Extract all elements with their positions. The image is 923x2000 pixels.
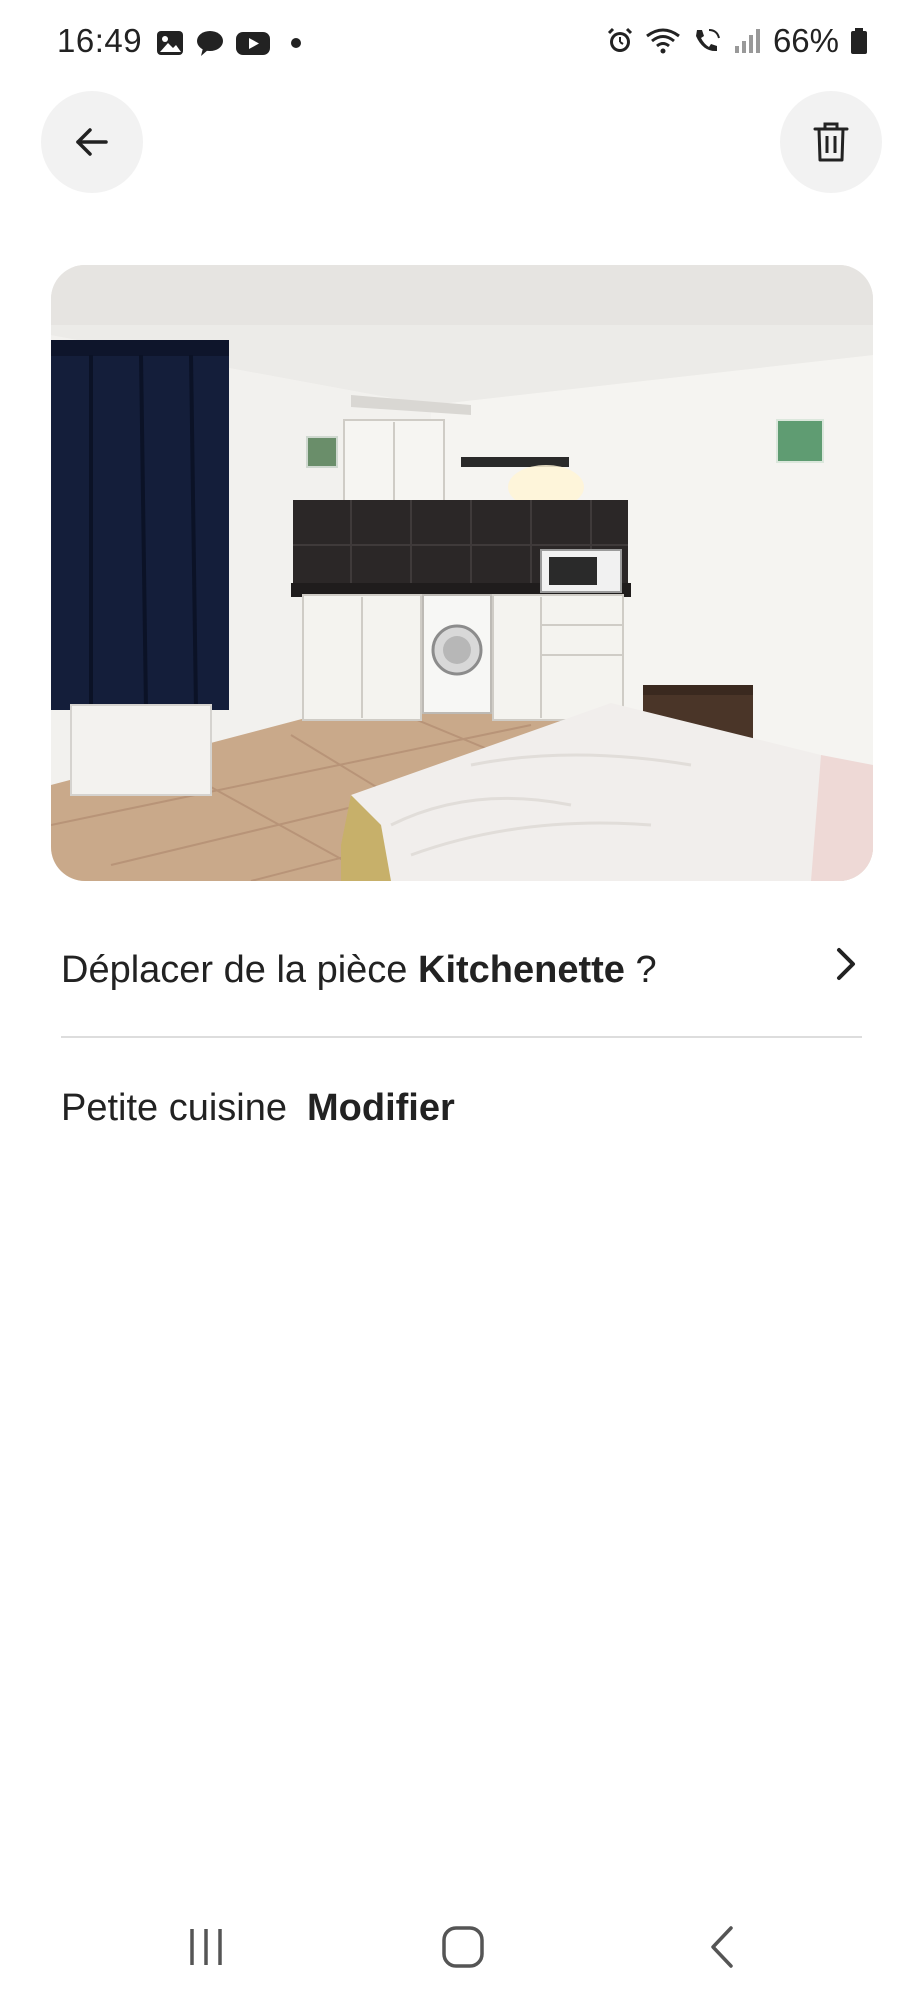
- trash-icon: [813, 122, 849, 162]
- battery-icon: [851, 28, 867, 54]
- photo-caption-row: Petite cuisine Modifier: [61, 1080, 455, 1136]
- back-icon: [711, 1926, 733, 1968]
- status-system-icons: 66%: [605, 22, 869, 60]
- move-room-row[interactable]: Déplacer de la pièce Kitchenette ?: [61, 930, 861, 1010]
- status-notification-icons: [155, 28, 311, 58]
- dot-icon: [291, 38, 301, 48]
- edit-caption-link[interactable]: Modifier: [307, 1087, 455, 1130]
- wifi-icon: [646, 28, 680, 54]
- move-room-suffix: ?: [624, 948, 657, 991]
- wifi-call-icon: [695, 29, 720, 52]
- photo-caption: Petite cuisine: [61, 1086, 288, 1129]
- room-name: Kitchenette: [418, 948, 625, 991]
- battery-percentage: 66%: [772, 22, 839, 59]
- signal-icon: [734, 29, 760, 53]
- back-button[interactable]: [41, 91, 143, 193]
- chat-icon: [197, 31, 223, 56]
- home-icon: [442, 1926, 484, 1968]
- status-time: 16:49: [57, 22, 143, 59]
- youtube-icon: [236, 32, 270, 55]
- room-photo[interactable]: [51, 265, 873, 881]
- gallery-icon: [157, 31, 183, 55]
- move-room-text: Déplacer de la pièce Kitchenette ?: [61, 949, 657, 992]
- alarm-icon: [607, 27, 632, 52]
- arrow-left-icon: [76, 128, 108, 156]
- chevron-right-icon: [837, 948, 855, 980]
- kitchenette-photo-illustration: [51, 265, 873, 881]
- system-back-button[interactable]: [688, 1912, 758, 1982]
- divider: [61, 1036, 862, 1038]
- delete-button[interactable]: [780, 91, 882, 193]
- status-bar: 16:49 66%: [0, 0, 923, 88]
- recents-icon: [190, 1929, 222, 1965]
- system-nav-bar: [0, 1890, 923, 2000]
- home-button[interactable]: [428, 1912, 498, 1982]
- recents-button[interactable]: [171, 1912, 241, 1982]
- move-room-prefix: Déplacer de la pièce: [61, 948, 418, 991]
